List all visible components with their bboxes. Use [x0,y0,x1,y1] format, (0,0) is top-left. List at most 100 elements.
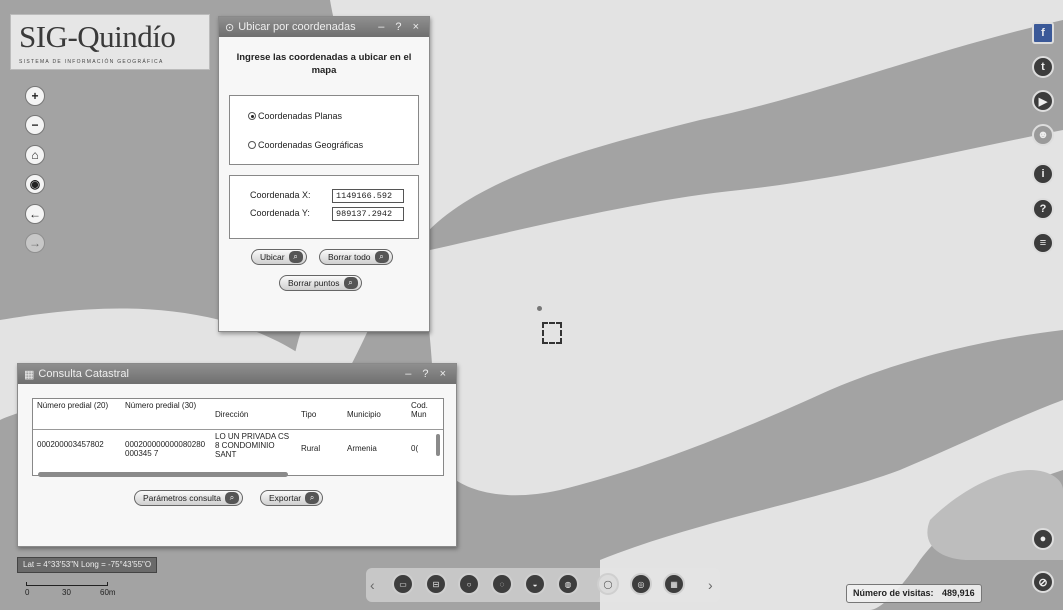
home-icon: ⌂ [31,148,39,162]
home-button[interactable]: ⌂ [25,145,45,165]
youtube-button[interactable]: ▶ [1032,90,1054,112]
coordenada-y-input[interactable] [332,207,404,221]
coordinates-panel-titlebar[interactable]: ⊙ Ubicar por coordenadas – ? × [219,17,429,37]
coordinate-type-group: Coordenadas Planas Coordenadas Geográfic… [229,95,419,165]
catastral-results-table: Número predial (20) Número predial (30) … [32,398,444,476]
table-cell: Rural [301,444,321,453]
youtube-icon: ▶ [1038,95,1048,108]
measure-button[interactable]: ⊟ [425,573,447,595]
visits-counter: Número de visitas: 489,916 [846,584,982,603]
table-header-row: Número predial (20) Número predial (30) … [33,399,443,430]
parametros-consulta-button[interactable]: Parámetros consulta ⌕ [134,490,243,506]
previous-extent-button[interactable]: ← [25,204,45,224]
scale-line [26,582,108,586]
radio-coordenadas-geograficas[interactable]: Coordenadas Geográficas [248,140,363,150]
toolbar-scroll-left-icon[interactable]: ‹ [370,577,375,593]
facebook-button[interactable]: f [1032,22,1054,44]
panel-window-controls[interactable]: – ? × [378,21,423,33]
borrar-puntos-button-label: Borrar puntos [288,278,340,288]
search-icon: ⌕ [288,251,303,263]
table-row[interactable]: 000200003457802 000200000000080280000345… [33,430,443,465]
exportar-button[interactable]: Exportar ⌕ [260,490,324,506]
ubicar-button[interactable]: Ubicar ⌕ [251,249,307,265]
borrar-puntos-button[interactable]: Borrar puntos ⌕ [279,275,362,291]
draw-button[interactable]: ○ [458,573,480,595]
coordenada-x-input[interactable] [332,189,404,203]
coordenada-y-label: Coordenada Y: [250,208,310,218]
search-icon: ⌕ [224,492,239,504]
coordinates-panel: ⊙ Ubicar por coordenadas – ? × Ingrese l… [218,16,430,332]
coordinate-input-group: Coordenada X: Coordenada Y: [229,175,419,239]
map-marker-dot [537,306,542,311]
coordinates-panel-title: Ubicar por coordenadas [238,21,356,33]
layers-button[interactable]: ≡ [1032,232,1054,254]
map-extra-button[interactable]: ● [1032,528,1054,550]
panel-window-controls[interactable]: – ? × [405,368,450,380]
latlong-text: Lat = 4°33'53"N Long = -75°43'55"O [23,560,152,569]
radio-unselected-icon [248,141,256,149]
forward-arrow-icon: → [29,236,41,250]
draw-icon: ○ [466,579,472,589]
print-button[interactable]: ▭ [392,573,414,595]
search-icon: ⌕ [374,251,389,263]
table-cell: Armenia [347,444,377,453]
measure-icon: ⊟ [432,579,440,589]
vertical-scrollbar[interactable] [436,434,440,456]
column-header[interactable]: Tipo [297,399,343,430]
column-header[interactable]: Número predial (30) [121,399,211,430]
print-icon: ▭ [399,579,407,589]
info-button[interactable]: i [1032,163,1054,185]
scale-label: 60m [100,588,116,597]
table-cell: 000200003457802 [37,440,104,449]
pin-icon: ⊙ [225,21,235,34]
user-button[interactable]: ☻ [1032,124,1054,146]
user-icon: ☻ [1037,129,1049,141]
table-icon: ▦ [24,368,35,381]
borrar-todo-button-label: Borrar todo [328,252,371,262]
ubicar-button-label: Ubicar [260,252,285,262]
eye-off-icon: ⊘ [1038,576,1048,589]
help-button[interactable]: ? [1032,198,1054,220]
locate-button[interactable]: ◉ [25,174,45,194]
radio-coordenadas-planas[interactable]: Coordenadas Planas [248,111,342,121]
info-icon: i [1041,168,1045,180]
radio-geograficas-label: Coordenadas Geográficas [258,140,364,150]
horizontal-scrollbar[interactable] [38,472,288,477]
help-icon: ? [1039,203,1047,215]
layer-button[interactable]: ◒ [524,573,546,595]
zoom-out-icon: − [31,118,39,132]
coordinates-instructions: Ingrese las coordenadas a ubicar en el m… [236,52,412,76]
zoom-in-button[interactable]: + [25,86,45,106]
layer-icon: ◒ [532,579,538,589]
radio-selected-icon [248,112,256,120]
visits-value: 489,916 [942,588,975,598]
table-button[interactable]: ▦ [663,573,685,595]
crosshair-icon [542,322,562,344]
latlong-readout: Lat = 4°33'53"N Long = -75°43'55"O [17,557,158,573]
layers-icon: ≡ [1039,237,1047,249]
next-extent-button[interactable]: → [25,233,45,253]
table-cell: LO UN PRIVADA CS 8 CONDOMINIO SANT [215,432,290,459]
hide-tools-button[interactable]: ⊘ [1032,571,1054,593]
catastral-panel-titlebar[interactable]: ▦ Consulta Catastral – ? × [18,364,456,384]
column-header[interactable]: Dirección [211,399,297,430]
radio-planas-label: Coordenadas Planas [258,111,343,121]
zoom-out-button[interactable]: − [25,115,45,135]
coordinates-button[interactable]: ◍ [557,573,579,595]
globe-button[interactable]: ◯ [597,573,619,595]
table-cell: 000200000000080280000345 7 [125,440,206,458]
search-button[interactable]: ◌ [491,573,513,595]
column-header[interactable]: Número predial (20) [33,399,121,430]
app-logo: SIG-Quindío SISTEMA DE INFORMACIÓN GEOGR… [10,14,210,70]
twitter-button[interactable]: t [1032,56,1054,78]
visits-label: Número de visitas: [853,588,934,598]
scale-label: 0 [25,588,30,597]
basemap-button[interactable]: ◎ [630,573,652,595]
column-header[interactable]: Cod. Mun [407,399,443,430]
column-header[interactable]: Municipio [343,399,407,430]
borrar-todo-button[interactable]: Borrar todo ⌕ [319,249,393,265]
catastral-panel-title: Consulta Catastral [38,368,129,380]
search-icon: ⌕ [343,277,358,289]
logo-subtitle: SISTEMA DE INFORMACIÓN GEOGRÁFICA [19,59,164,65]
toolbar-scroll-right-icon[interactable]: › [708,577,713,593]
